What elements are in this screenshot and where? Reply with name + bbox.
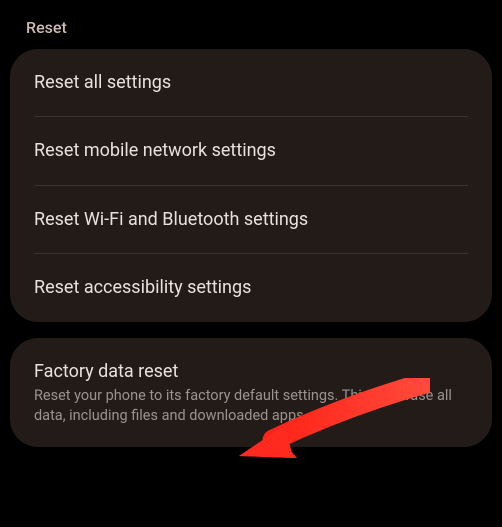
factory-data-reset-description: Reset your phone to its factory default … (34, 386, 468, 425)
factory-reset-card: Factory data reset Reset your phone to i… (10, 338, 492, 448)
reset-mobile-network-label: Reset mobile network settings (34, 139, 468, 162)
reset-accessibility-label: Reset accessibility settings (34, 276, 468, 299)
reset-all-settings-label: Reset all settings (34, 71, 468, 94)
reset-all-settings-item[interactable]: Reset all settings (10, 49, 492, 116)
reset-wifi-bluetooth-item[interactable]: Reset Wi-Fi and Bluetooth settings (10, 186, 492, 253)
reset-mobile-network-item[interactable]: Reset mobile network settings (10, 117, 492, 184)
reset-options-card: Reset all settings Reset mobile network … (10, 49, 492, 322)
section-header: Reset (0, 0, 502, 49)
reset-accessibility-item[interactable]: Reset accessibility settings (10, 254, 492, 321)
factory-data-reset-label: Factory data reset (34, 360, 468, 383)
reset-wifi-bluetooth-label: Reset Wi-Fi and Bluetooth settings (34, 208, 468, 231)
factory-data-reset-item[interactable]: Factory data reset Reset your phone to i… (10, 338, 492, 448)
